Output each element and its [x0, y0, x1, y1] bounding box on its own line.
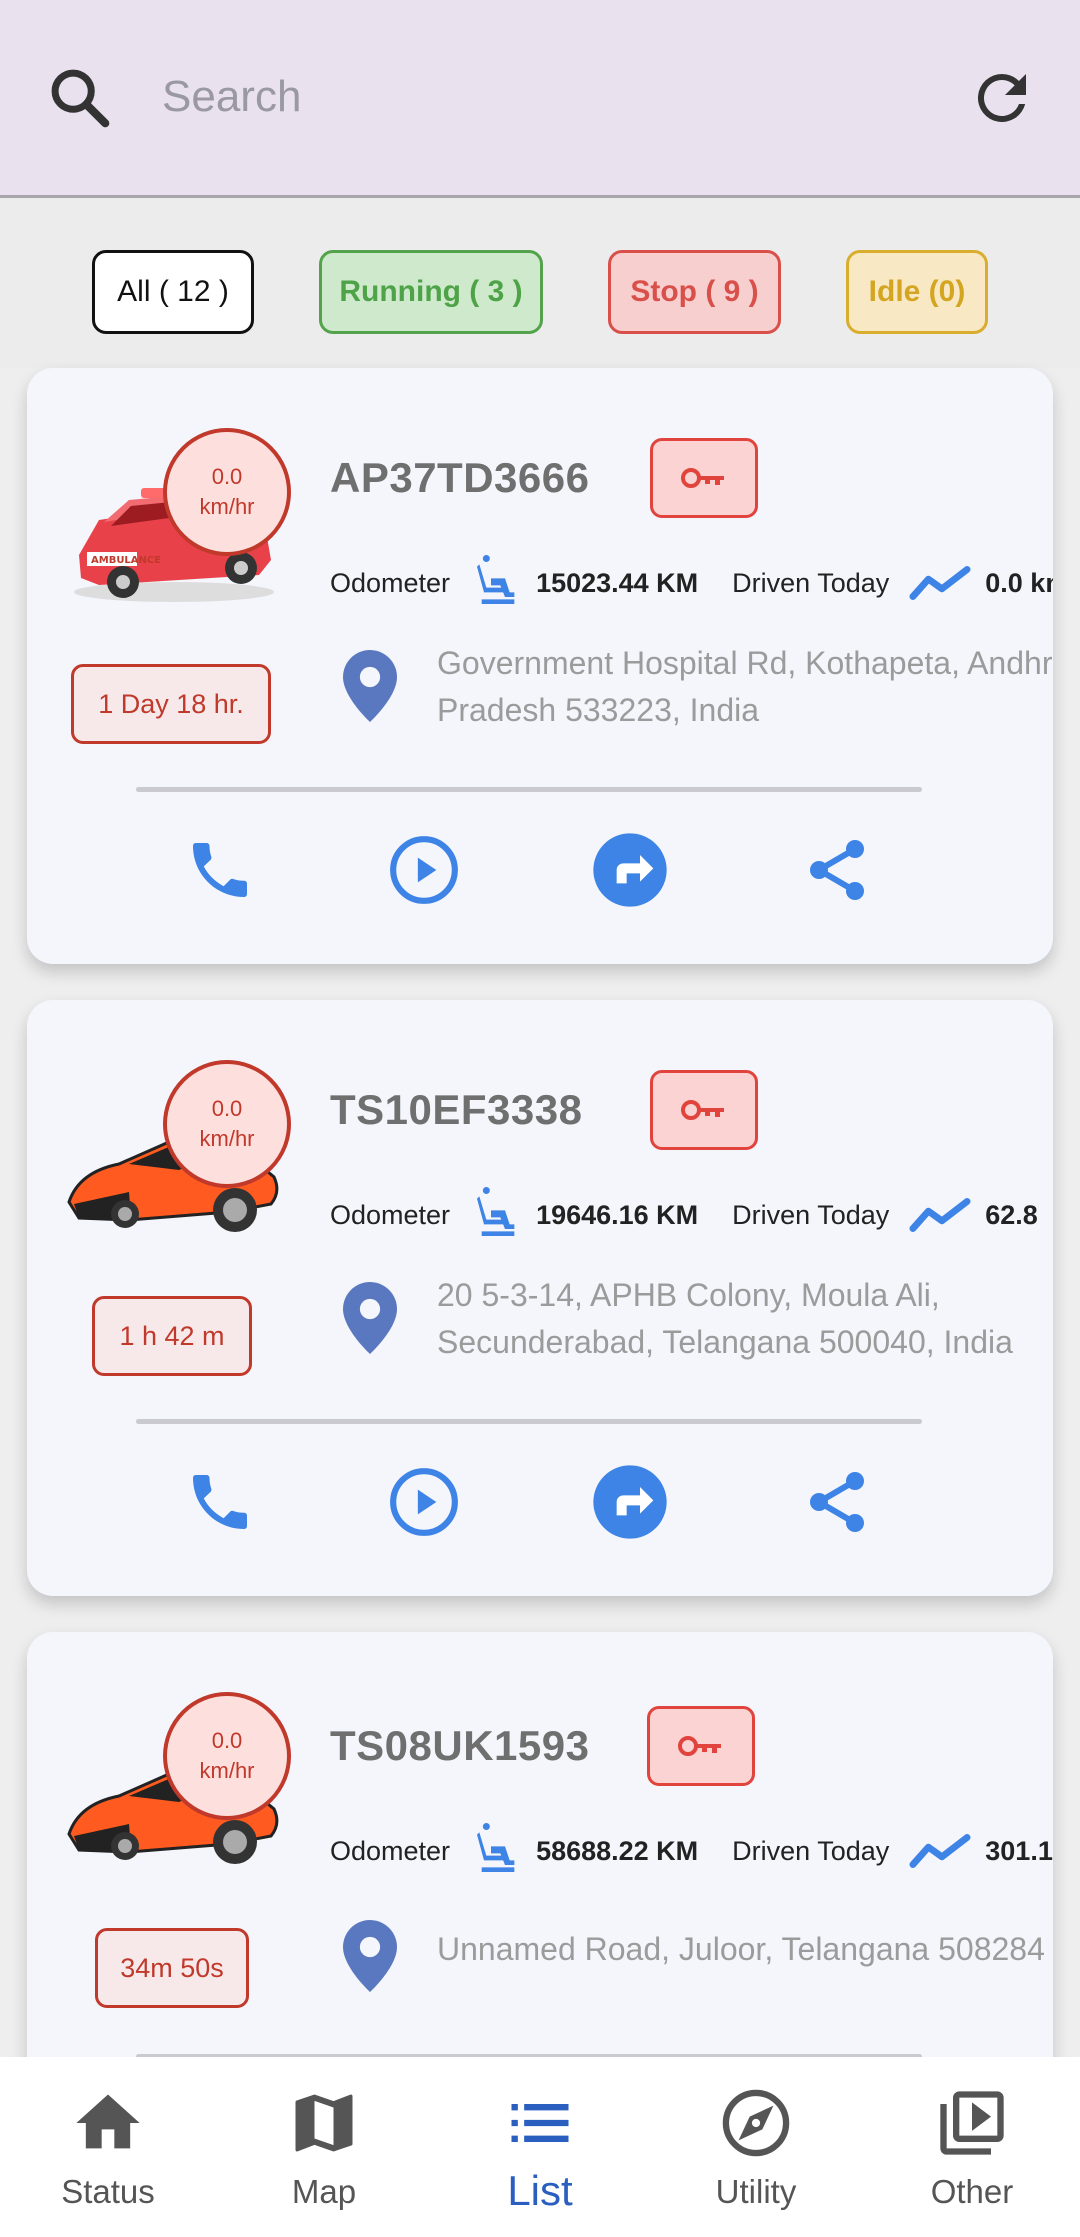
status-duration-badge: 1 Day 18 hr.: [71, 664, 271, 744]
vehicle-stats-row: Odometer 19646.16 KM Driven Today 62.8: [330, 1187, 1038, 1240]
trending-icon: [909, 1834, 971, 1868]
call-button[interactable]: [180, 1462, 260, 1542]
speed-badge: 0.0 km/hr: [163, 1060, 291, 1188]
speed-badge: 0.0 km/hr: [163, 1692, 291, 1820]
driven-today-label: Driven Today: [732, 567, 890, 598]
list-icon: [511, 2104, 569, 2142]
speed-unit: km/hr: [199, 494, 255, 519]
vehicle-address: Unnamed Road, Juloor, Telangana 508284: [437, 1931, 1045, 1967]
filter-idle-chip[interactable]: Idle (0): [846, 250, 988, 334]
status-duration-badge: 1 h 42 m: [92, 1296, 252, 1376]
nav-label: Status: [61, 2173, 155, 2210]
refresh-icon[interactable]: [966, 62, 1038, 134]
phone-icon: [193, 843, 247, 897]
odometer-value: 19646.16 KM: [536, 1199, 699, 1230]
nav-other[interactable]: Other: [864, 2057, 1080, 2237]
odometer-value: 15023.44 KM: [536, 567, 699, 598]
search-bar: [0, 0, 1080, 198]
compass-icon: [722, 2089, 790, 2157]
vehicle-stats-row: Odometer 58688.22 KM Driven Today 301.1: [330, 1823, 1053, 1876]
key-icon: [681, 468, 724, 488]
vehicle-card[interactable]: AMBULANCE 0.0 km/hr 1 Day 18 hr. AP37TD3…: [27, 368, 1053, 964]
video-library-icon: [940, 2091, 1004, 2155]
card-actions: [27, 830, 1053, 910]
card-actions: [27, 1462, 1053, 1542]
vehicle-address: 20 5-3-14, APHB Colony, Moula Ali, Secun…: [437, 1277, 1013, 1360]
ignition-key-badge: [647, 1706, 755, 1786]
card-divider: [136, 1419, 922, 1424]
vehicle-plate: AP37TD3666: [330, 454, 590, 501]
vehicle-stats-row: Odometer 15023.44 KM Driven Today 0.0 km: [330, 555, 1053, 608]
play-circle-icon: [390, 836, 458, 904]
nav-label: Utility: [715, 2173, 797, 2210]
directions-button[interactable]: [590, 1462, 670, 1542]
location-pin-icon: [343, 650, 397, 722]
vehicle-plate: TS08UK1593: [330, 1722, 590, 1769]
nav-label: Other: [930, 2173, 1014, 2210]
nav-utility[interactable]: Utility: [648, 2057, 864, 2237]
share-button[interactable]: [797, 1462, 877, 1542]
filter-all-chip[interactable]: All ( 12 ): [92, 250, 254, 334]
directions-icon: [593, 1465, 667, 1539]
driven-today-value: 0.0 km: [985, 567, 1053, 598]
playback-button[interactable]: [384, 830, 464, 910]
odometer-value: 58688.22 KM: [536, 1835, 699, 1866]
home-icon: [76, 2094, 140, 2149]
driven-today-label: Driven Today: [732, 1835, 890, 1866]
driven-today-label: Driven Today: [732, 1199, 890, 1230]
speed-unit: km/hr: [199, 1126, 255, 1151]
driven-today-value: 301.1: [985, 1835, 1053, 1866]
trending-icon: [909, 566, 971, 600]
filter-running-chip[interactable]: Running ( 3 ): [319, 250, 543, 334]
share-icon: [810, 1472, 864, 1532]
vehicle-card[interactable]: 0.0 km/hr 1 h 42 m TS10EF3338 Odometer 1…: [27, 1000, 1053, 1596]
nav-label: Map: [291, 2173, 357, 2210]
directions-icon: [593, 833, 667, 907]
status-duration-badge: 34m 50s: [95, 1928, 249, 2008]
nav-list[interactable]: List: [432, 2057, 648, 2237]
key-icon: [678, 1736, 721, 1756]
search-input[interactable]: [162, 62, 922, 132]
ignition-key-badge: [650, 1070, 758, 1150]
trending-icon: [909, 1198, 971, 1232]
share-button[interactable]: [797, 830, 877, 910]
speed-badge: 0.0 km/hr: [163, 428, 291, 556]
nav-status[interactable]: Status: [0, 2057, 216, 2237]
driven-today-value: 62.8: [985, 1199, 1038, 1230]
nav-map[interactable]: Map: [216, 2057, 432, 2237]
search-icon[interactable]: [44, 62, 114, 132]
call-button[interactable]: [180, 830, 260, 910]
card-divider: [136, 787, 922, 792]
odometer-label: Odometer: [330, 1835, 451, 1866]
speed-unit: km/hr: [199, 1758, 255, 1783]
ignition-key-badge: [650, 438, 758, 518]
location-pin-icon: [343, 1282, 397, 1354]
seat-icon: [477, 555, 515, 604]
speed-value: 0.0: [211, 1728, 243, 1753]
key-icon: [681, 1100, 724, 1120]
share-icon: [810, 840, 864, 900]
play-circle-icon: [390, 1468, 458, 1536]
vehicle-address: Government Hospital Rd, Kothapeta, Andhr…: [437, 645, 1053, 728]
vehicle-plate: TS10EF3338: [330, 1086, 583, 1133]
bottom-navigation: Status Map List Utility Other: [0, 2057, 1080, 2237]
phone-icon: [193, 1475, 247, 1529]
location-pin-icon: [343, 1920, 397, 1992]
speed-value: 0.0: [211, 1096, 243, 1121]
speed-value: 0.0: [211, 464, 243, 489]
seat-icon: [477, 1187, 515, 1236]
map-icon: [295, 2094, 353, 2152]
odometer-label: Odometer: [330, 567, 451, 598]
playback-button[interactable]: [384, 1462, 464, 1542]
seat-icon: [477, 1823, 515, 1872]
status-filter-bar: All ( 12 ) Running ( 3 ) Stop ( 9 ) Idle…: [0, 198, 1080, 368]
directions-button[interactable]: [590, 830, 670, 910]
filter-stop-chip[interactable]: Stop ( 9 ): [608, 250, 781, 334]
odometer-label: Odometer: [330, 1199, 451, 1230]
nav-label: List: [507, 2167, 573, 2214]
svg-text:AMBULANCE: AMBULANCE: [91, 555, 161, 566]
